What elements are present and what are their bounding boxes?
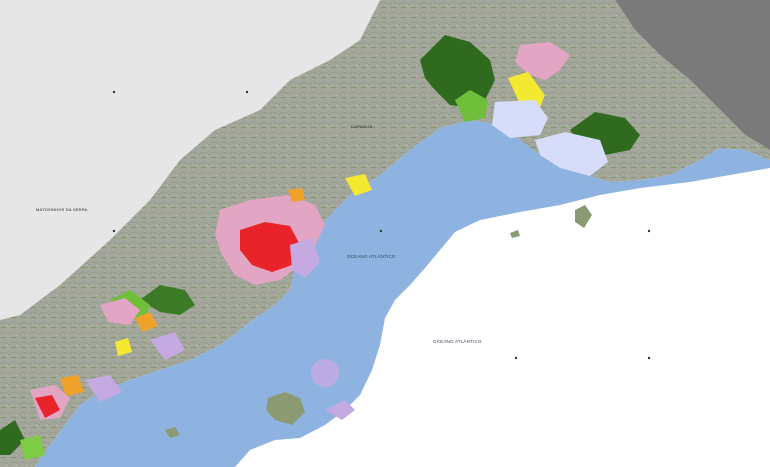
land-marker-4 <box>379 229 383 233</box>
land-marker-3 <box>112 229 116 233</box>
label-north-town: CARAGUÁ <box>351 124 373 129</box>
sea-marker-3 <box>647 229 651 233</box>
map-canvas[interactable]: MATOSINHOS DA SERRA OCEANO ATLÂNTICO OCE… <box>0 0 770 467</box>
land-marker-2 <box>245 90 249 94</box>
lilac-zone-circle <box>311 359 339 387</box>
sea-marker-2 <box>514 356 518 360</box>
label-interior-region: MATOSINHOS DA SERRA <box>36 207 88 212</box>
label-ocean-bay: OCEANO ATLÂNTICO <box>347 254 396 259</box>
map-layers <box>0 0 770 467</box>
label-ocean-open: OCEANO ATLÂNTICO <box>433 339 482 344</box>
sea-marker-1 <box>647 356 651 360</box>
land-marker-1 <box>112 90 116 94</box>
